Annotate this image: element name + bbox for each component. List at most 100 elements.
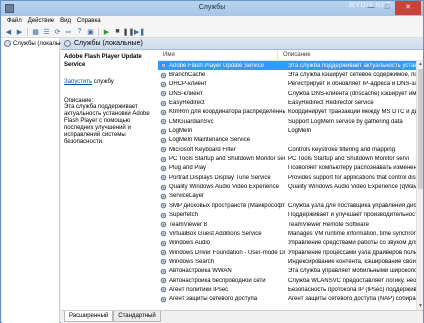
service-description: LogMeIn xyxy=(288,128,312,135)
service-gear-icon xyxy=(160,100,167,107)
service-gear-icon xyxy=(160,221,167,228)
table-row[interactable]: Superfetch Поддерживает и улучшает произв… xyxy=(158,211,423,220)
service-description: Служба WLANSVC предоставляет логику, нео… xyxy=(288,277,423,284)
service-name: DHCP-клиент xyxy=(169,81,207,88)
table-row[interactable]: LMIGuardianSvc Support LogMeIn service by… xyxy=(158,117,423,126)
service-description: PC Tools Startup and Shutdown Monitor se… xyxy=(288,156,409,163)
table-row[interactable]: Plug and Play Позволяет компьютеру распоз… xyxy=(158,164,423,173)
title-bar[interactable]: Службы MYDIV.NET — □ ✕ xyxy=(1,1,423,16)
toolbar-separator xyxy=(98,27,99,36)
table-row[interactable]: DNS-клиент Служба DNS-клиента (dnscache) … xyxy=(158,89,423,98)
service-gear-icon xyxy=(160,240,167,247)
service-gear-icon xyxy=(160,174,167,181)
menu-bar: Файл Действие Вид Справка xyxy=(1,16,423,26)
service-gear-icon xyxy=(160,137,167,144)
menu-file[interactable]: Файл xyxy=(4,16,25,26)
forward-arrow-icon[interactable]: ▶ xyxy=(15,27,24,36)
menu-help[interactable]: Справка xyxy=(74,16,104,26)
toolbar-separator xyxy=(27,27,28,36)
service-gear-icon xyxy=(160,193,167,200)
service-description: Управление средствами работы со звуком д… xyxy=(288,240,423,247)
properties-icon[interactable]: ▣ xyxy=(86,27,95,36)
table-row[interactable]: Portrait Displays Display Tune Service Pr… xyxy=(158,173,423,182)
close-button[interactable]: ✕ xyxy=(395,1,421,15)
window-controls: — □ ✕ xyxy=(363,1,421,15)
service-gear-icon xyxy=(160,128,167,135)
tab-standard[interactable]: Стандартный xyxy=(113,311,161,322)
back-arrow-icon[interactable]: ◀ xyxy=(4,27,13,36)
service-gear-icon xyxy=(160,202,167,209)
export-icon[interactable]: ⇨ xyxy=(64,27,73,36)
stop-service-icon[interactable]: ■ xyxy=(113,27,122,36)
console-tree-icon[interactable]: ▦ xyxy=(31,27,40,36)
vertical-scrollbar[interactable]: ▲ ▼ xyxy=(416,61,423,310)
service-description: Индексирование контента, кэширование сво… xyxy=(288,258,423,265)
column-header: Имя Описание xyxy=(158,50,423,61)
table-row[interactable]: Windows Audio Управление средствами работ… xyxy=(158,239,423,248)
scroll-up-icon[interactable]: ▲ xyxy=(417,61,423,68)
service-name: Superfetch xyxy=(169,212,199,219)
column-name[interactable]: Имя xyxy=(158,50,278,60)
table-row[interactable]: TeamViewer 8 TeamViewer Remote Software xyxy=(158,220,423,229)
gear-icon xyxy=(4,40,11,47)
menu-view[interactable]: Вид xyxy=(57,16,74,26)
service-name: Windows Search xyxy=(169,258,215,265)
pause-service-icon[interactable]: ❚❚ xyxy=(123,27,135,36)
service-description: Координирует транзакции между MS DTC и д… xyxy=(288,109,423,116)
start-service-icon[interactable]: ▶ xyxy=(102,27,111,36)
scrollbar-thumb[interactable] xyxy=(418,69,423,189)
service-description: Эта служба поддерживает актуальность уст… xyxy=(288,62,423,69)
main-header: Службы (локальные) xyxy=(61,38,423,50)
service-name: PC Tools Startup and Shutdown Monitor se… xyxy=(169,156,285,163)
table-row[interactable]: Автонастройка WWAN Эта служба управляет м… xyxy=(158,267,423,276)
table-row[interactable]: PC Tools Startup and Shutdown Monitor se… xyxy=(158,154,423,163)
service-gear-icon xyxy=(160,72,167,79)
table-row[interactable]: LogMeIn LogMeIn xyxy=(158,126,423,135)
table-row[interactable]: Windows Driver Foundation - User-mode Dr… xyxy=(158,248,423,257)
table-row[interactable]: Windows Search Индексирование контента, к… xyxy=(158,257,423,266)
restart-service-icon[interactable]: ▶❚ xyxy=(134,27,145,36)
table-row[interactable]: ServiceLayer xyxy=(158,192,423,201)
services-list: Имя Описание Adobe Flash Player Update S… xyxy=(158,50,423,310)
table-row[interactable]: Агент политики IPsec Безопасность протоко… xyxy=(158,285,423,294)
service-description: TeamViewer Remote Software xyxy=(288,221,369,228)
service-gear-icon xyxy=(160,156,167,163)
refresh-icon[interactable]: ⟳ xyxy=(53,27,62,36)
service-name: LogMeIn xyxy=(169,128,193,135)
main-header-title: Службы (локальные) xyxy=(74,40,143,47)
service-name: DNS-клиент xyxy=(169,90,203,97)
list-view-icon[interactable]: ☰ xyxy=(42,27,51,36)
service-name: Windows Audio xyxy=(169,240,211,247)
table-row[interactable]: LogMeIn Maintenance Service xyxy=(158,136,423,145)
maximize-button[interactable]: □ xyxy=(379,1,395,15)
service-description: Provides support for applications that c… xyxy=(288,174,423,181)
table-row[interactable]: Агент защиты сетевого доступа Агент защит… xyxy=(158,295,423,304)
menu-action[interactable]: Действие xyxy=(25,16,57,26)
service-description: Безопасность протокола IP (IPsec) поддер… xyxy=(288,286,423,293)
table-row[interactable]: EasyRedirect EasyRedirect Redirector serv… xyxy=(158,98,423,107)
table-row[interactable]: DHCP-клиент Регистрирует и обновляет IP-а… xyxy=(158,80,423,89)
service-description: Поддерживает и улучшает производительнос… xyxy=(288,212,423,219)
table-row[interactable]: KtmRm для координатора распределенных тр… xyxy=(158,108,423,117)
column-description[interactable]: Описание xyxy=(278,50,423,60)
service-gear-icon xyxy=(160,146,167,153)
table-row[interactable]: Автонастройка беспроводной сети Служба WL… xyxy=(158,276,423,285)
details-pane: Adobe Flash Player Update Service Запуст… xyxy=(61,50,158,310)
table-row[interactable]: VirtualBox Guest Additions Service Manage… xyxy=(158,229,423,238)
table-row[interactable]: BranchCache Эта служба кэширует сетевое с… xyxy=(158,70,423,79)
table-row[interactable]: Adobe Flash Player Update Service Эта слу… xyxy=(158,61,423,71)
start-service-link[interactable]: Запустить xyxy=(64,79,92,85)
tab-extended[interactable]: Расширенный xyxy=(64,311,114,322)
gear-icon xyxy=(64,40,71,47)
table-row[interactable]: SMP дисковых пространств (Майкрософт) Слу… xyxy=(158,201,423,210)
service-description: Support LogMeIn service by gathering dat… xyxy=(288,118,403,125)
service-gear-icon xyxy=(160,184,167,191)
help-icon[interactable]: ? xyxy=(75,27,84,36)
service-gear-icon xyxy=(160,249,167,256)
minimize-button[interactable]: — xyxy=(363,1,379,15)
service-gear-icon xyxy=(160,277,167,284)
table-row[interactable]: Quality Windows Audio Video Experience Qu… xyxy=(158,182,423,191)
table-row[interactable]: Microsoft Keyboard Filter Controls keystr… xyxy=(158,145,423,154)
service-name: Windows Driver Foundation - User-mode Dr… xyxy=(169,249,285,256)
scroll-down-icon[interactable]: ▼ xyxy=(417,303,423,310)
